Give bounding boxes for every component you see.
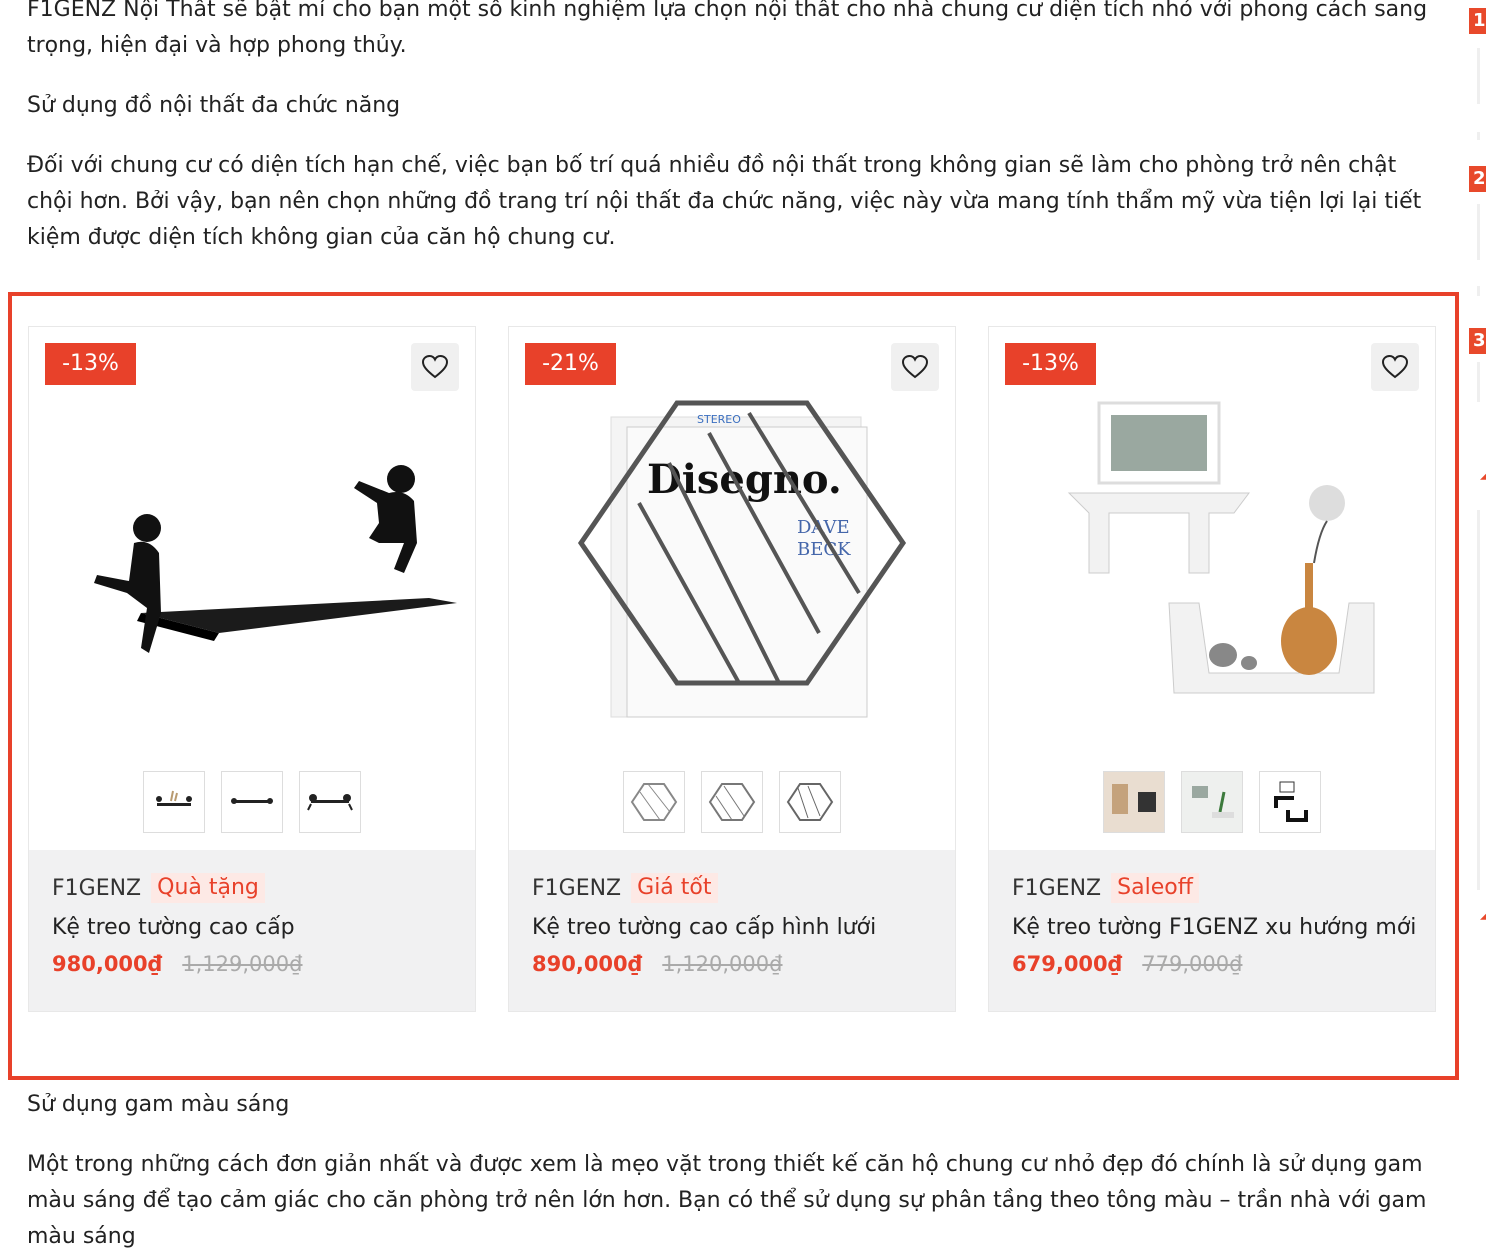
- discount-badge: -13%: [1005, 343, 1096, 385]
- wishlist-button[interactable]: [411, 343, 459, 391]
- discount-badge: -21%: [525, 343, 616, 385]
- section-paragraph-light-colors: Một trong những cách đơn giản nhất và đư…: [27, 1152, 1427, 1249]
- product-old-price: 1,120,000₫: [662, 952, 783, 976]
- sidebar-rank-badge: 1: [1469, 8, 1486, 34]
- product-image[interactable]: [1009, 393, 1417, 763]
- discount-badge: -13%: [45, 343, 136, 385]
- product-old-price: 779,000₫: [1142, 952, 1243, 976]
- product-info: F1GENZ Saleoff Kệ treo tường F1GENZ xu h…: [989, 850, 1435, 1011]
- product-info: F1GENZ Quà tặng Kệ treo tường cao cấp 98…: [29, 850, 475, 1011]
- product-image[interactable]: Disegno. DAVE BECK STEREO: [529, 393, 937, 763]
- sidebar-divider: [1477, 362, 1480, 402]
- sidebar-divider: [1477, 204, 1480, 260]
- sidebar-arrow-icon: ◢: [1480, 466, 1486, 482]
- thumbnail[interactable]: [221, 771, 283, 833]
- heart-icon: [902, 355, 928, 379]
- product-brand[interactable]: F1GENZ: [1012, 876, 1101, 901]
- sidebar-rank-badge: 2: [1469, 166, 1486, 192]
- sidebar-divider: [1477, 48, 1480, 104]
- svg-text:BECK: BECK: [797, 539, 851, 560]
- product-image[interactable]: [49, 393, 457, 763]
- thumbnail-strip: [989, 771, 1435, 833]
- section-heading-light-colors: Sử dụng gam màu sáng: [27, 1092, 290, 1117]
- sidebar-divider: [1477, 132, 1480, 140]
- thumbnail[interactable]: [1181, 771, 1243, 833]
- heart-icon: [422, 355, 448, 379]
- product-price: 890,000₫: [532, 952, 643, 976]
- product-name[interactable]: Kệ treo tường cao cấp: [52, 912, 452, 944]
- product-price: 980,000₫: [52, 952, 163, 976]
- article-intro: F1GENZ Nội Thất sẽ bật mí cho bạn một số…: [27, 0, 1428, 58]
- product-brand[interactable]: F1GENZ: [52, 876, 141, 901]
- product-brand[interactable]: F1GENZ: [532, 876, 621, 901]
- thumbnail[interactable]: [1259, 771, 1321, 833]
- thumbnail[interactable]: [299, 771, 361, 833]
- sidebar-divider: [1477, 510, 1480, 890]
- thumbnail-strip: [509, 771, 955, 833]
- thumbnail[interactable]: [779, 771, 841, 833]
- wishlist-button[interactable]: [891, 343, 939, 391]
- product-tag: Giá tốt: [631, 873, 718, 903]
- thumbnail[interactable]: [701, 771, 763, 833]
- thumbnail[interactable]: [623, 771, 685, 833]
- thumbnail-strip: [29, 771, 475, 833]
- product-name[interactable]: Kệ treo tường cao cấp hình lưới: [532, 912, 932, 944]
- sidebar-arrow-icon: ◢: [1480, 906, 1486, 922]
- wishlist-button[interactable]: [1371, 343, 1419, 391]
- product-tag: Quà tặng: [151, 873, 265, 903]
- product-name[interactable]: Kệ treo tường F1GENZ xu hướng mới: [1012, 912, 1416, 944]
- product-card[interactable]: -21% Disegno. DAVE BECK STEREO F1GENZ Gi…: [508, 326, 956, 1012]
- sidebar-divider: [1477, 286, 1480, 296]
- heart-icon: [1382, 355, 1408, 379]
- section-paragraph-multifunction: Đối với chung cư có diện tích hạn chế, v…: [27, 153, 1422, 250]
- product-old-price: 1,129,000₫: [182, 952, 303, 976]
- product-card[interactable]: -13% F1GENZ Saleoff Kệ treo tường F1GENZ…: [988, 326, 1436, 1012]
- thumbnail[interactable]: [1103, 771, 1165, 833]
- product-info: F1GENZ Giá tốt Kệ treo tường cao cấp hìn…: [509, 850, 955, 1011]
- thumbnail[interactable]: [143, 771, 205, 833]
- product-tag: Saleoff: [1111, 873, 1199, 903]
- product-price: 679,000₫: [1012, 952, 1123, 976]
- sidebar-rank-badge: 3: [1469, 328, 1486, 354]
- product-card[interactable]: -13% F1GENZ Quà tặng Kệ treo tường cao c…: [28, 326, 476, 1012]
- section-heading-multifunction: Sử dụng đồ nội thất đa chức năng: [27, 93, 401, 118]
- svg-text:STEREO: STEREO: [697, 413, 741, 426]
